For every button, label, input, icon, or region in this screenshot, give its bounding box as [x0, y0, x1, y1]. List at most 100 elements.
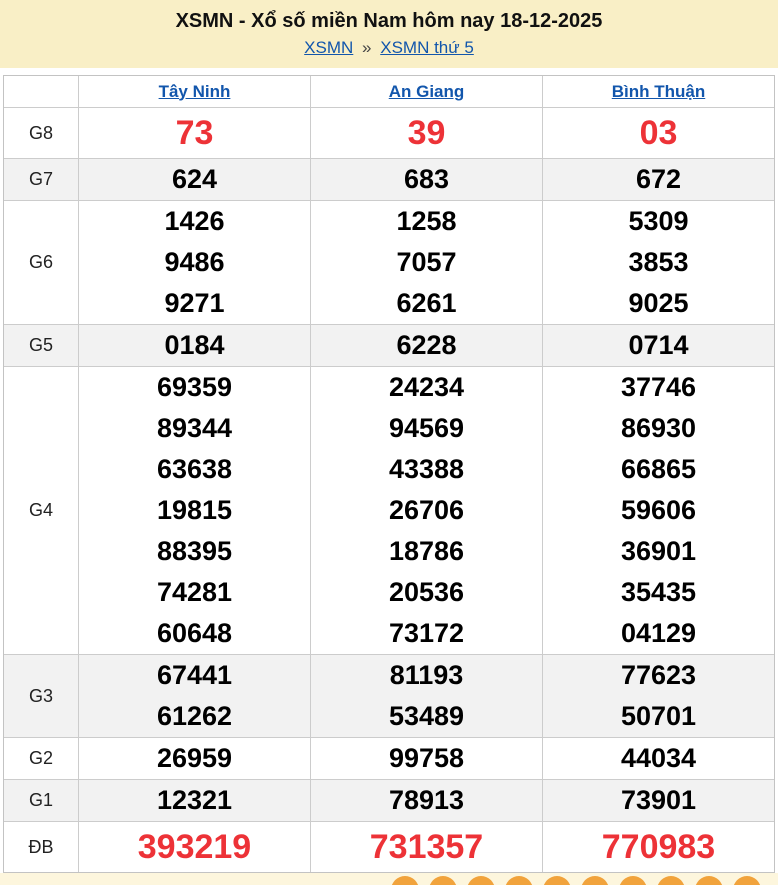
prize-label: G3: [4, 655, 79, 737]
table-row-g4: G469359893446363819815883957428160648242…: [4, 367, 774, 655]
result-number: 73901: [621, 780, 696, 821]
breadcrumb-separator: »: [362, 38, 371, 57]
table-row-g5: G5 0184 6228 0714: [4, 325, 774, 367]
result-cell: 125870576261: [311, 201, 543, 324]
result-cell: 672: [543, 159, 774, 200]
result-number: 67441: [157, 655, 232, 696]
table-row-g6: G6142694869271125870576261530938539025: [4, 201, 774, 325]
result-cell: 69359893446363819815883957428160648: [79, 367, 311, 654]
lottery-results-table: Tây Ninh An Giang Bình Thuận G87339 03 G7 6…: [3, 75, 775, 873]
result-cell: 6228: [311, 325, 543, 366]
next-section-balls-strip: [0, 873, 778, 885]
result-number: 78913: [389, 780, 464, 821]
result-number: 61262: [157, 696, 232, 737]
lottery-ball-icon: [581, 876, 609, 885]
result-cell: 78913: [311, 780, 543, 821]
result-cell: 44034: [543, 738, 774, 779]
column-header-an-giang: An Giang: [311, 76, 543, 107]
result-cell: 530938539025: [543, 201, 774, 324]
result-number: 50701: [621, 696, 696, 737]
result-cell: 770983: [543, 822, 774, 872]
result-number: 99758: [389, 738, 464, 779]
result-cell: 142694869271: [79, 201, 311, 324]
result-cell: 99758: [311, 738, 543, 779]
result-number: 37746: [621, 367, 696, 408]
result-cell: 24234945694338826706187862053673172: [311, 367, 543, 654]
result-number: 1426: [164, 201, 224, 242]
result-number: 60648: [157, 613, 232, 654]
lottery-ball-icon: [657, 876, 685, 885]
lottery-ball-icon: [695, 876, 723, 885]
result-cell: 683: [311, 159, 543, 200]
result-number: 59606: [621, 490, 696, 531]
result-number: 53489: [389, 696, 464, 737]
result-cell: 8119353489: [311, 655, 543, 737]
result-cell: 393219: [79, 822, 311, 872]
result-cell: 26959: [79, 738, 311, 779]
result-number: 1258: [396, 201, 456, 242]
lottery-ball-icon: [505, 876, 533, 885]
result-number: 683: [404, 159, 449, 200]
result-number: 6228: [396, 325, 456, 366]
prize-label: G6: [4, 201, 79, 324]
result-number: 0184: [164, 325, 224, 366]
lottery-ball-icon: [543, 876, 571, 885]
table-header-row: Tây Ninh An Giang Bình Thuận: [4, 76, 774, 108]
result-number: 624: [172, 159, 217, 200]
result-cell: 0714: [543, 325, 774, 366]
result-cell: 0184: [79, 325, 311, 366]
prize-label: G5: [4, 325, 79, 366]
result-number: 24234: [389, 367, 464, 408]
result-cell: 73901: [543, 780, 774, 821]
result-number: 04129: [621, 613, 696, 654]
table-row-g1: G1 12321 78913 73901: [4, 780, 774, 822]
prize-label: G8: [4, 108, 79, 158]
result-number: 36901: [621, 531, 696, 572]
province-link-an-giang[interactable]: An Giang: [389, 82, 465, 102]
result-number: 43388: [389, 449, 464, 490]
result-cell: 12321: [79, 780, 311, 821]
result-number: 73172: [389, 613, 464, 654]
result-number: 86930: [621, 408, 696, 449]
prize-label: G7: [4, 159, 79, 200]
result-number: 12321: [157, 780, 232, 821]
result-cell: 73: [79, 108, 311, 158]
result-number: 81193: [390, 655, 464, 696]
result-number: 63638: [157, 449, 232, 490]
table-row-g2: G2 26959 99758 44034: [4, 738, 774, 780]
column-header-tay-ninh: Tây Ninh: [79, 76, 311, 107]
result-number: 672: [636, 159, 681, 200]
page-header: XSMN - Xổ số miền Nam hôm nay 18-12-2025…: [0, 0, 778, 68]
result-number: 3853: [628, 242, 688, 283]
result-number: 69359: [157, 367, 232, 408]
table-row-g3: G3674416126281193534897762350701: [4, 655, 774, 738]
prize-label: G1: [4, 780, 79, 821]
breadcrumb-link-current[interactable]: XSMN thứ 5: [380, 38, 474, 57]
result-number: 03: [640, 108, 678, 158]
lottery-ball-icon: [733, 876, 761, 885]
result-cell: 37746869306686559606369013543504129: [543, 367, 774, 654]
breadcrumb: XSMN » XSMN thứ 5: [0, 38, 778, 58]
province-link-tay-ninh[interactable]: Tây Ninh: [159, 82, 231, 102]
page-title: XSMN - Xổ số miền Nam hôm nay 18-12-2025: [0, 10, 778, 33]
result-cell: 7762350701: [543, 655, 774, 737]
table-row-g8: G87339 03: [4, 108, 774, 159]
result-number: 20536: [389, 572, 464, 613]
result-number: 26706: [389, 490, 464, 531]
result-number: 731357: [370, 822, 483, 872]
lottery-ball-icon: [467, 876, 495, 885]
province-link-binh-thuan[interactable]: Bình Thuận: [612, 82, 705, 102]
result-number: 26959: [157, 738, 232, 779]
result-number: 18786: [389, 531, 464, 572]
result-number: 9271: [164, 283, 224, 324]
result-number: 5309: [628, 201, 688, 242]
lottery-ball-icon: [391, 876, 419, 885]
breadcrumb-link-xsmn[interactable]: XSMN: [304, 38, 353, 57]
prize-label: G4: [4, 367, 79, 654]
result-number: 393219: [138, 822, 251, 872]
result-number: 94569: [389, 408, 464, 449]
result-cell: 39: [311, 108, 543, 158]
result-number: 88395: [157, 531, 232, 572]
result-number: 74281: [157, 572, 232, 613]
prize-label: G2: [4, 738, 79, 779]
